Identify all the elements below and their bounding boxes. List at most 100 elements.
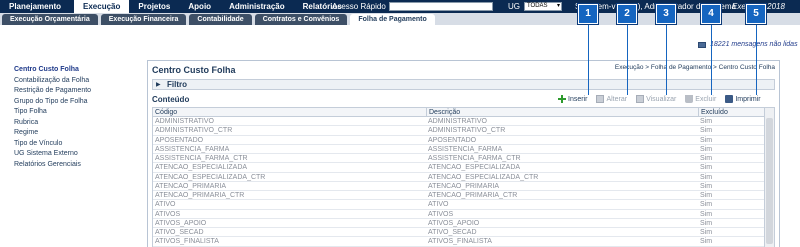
sidebar-item-contabilizacao-folha[interactable]: Contabilização da Folha bbox=[14, 76, 139, 87]
cell-codigo: ATENCAO_PRIMARIA bbox=[155, 182, 227, 190]
marker-line bbox=[756, 24, 757, 95]
edit-button[interactable]: Alterar bbox=[596, 95, 627, 103]
tab-folha-pagamento[interactable]: Folha de Pagamento bbox=[350, 14, 435, 25]
sidebar-item-ug-sistema-externo[interactable]: UG Sistema Externo bbox=[14, 149, 139, 160]
cell-codigo: ASSISTENCIA_FARMA bbox=[155, 145, 230, 153]
cell-codigo: ATIVOS bbox=[155, 210, 181, 218]
nav-planejamento[interactable]: Planejamento bbox=[0, 0, 70, 13]
sidebar-item-tipo-folha[interactable]: Tipo Folha bbox=[14, 107, 139, 118]
nav-execucao[interactable]: Execução bbox=[74, 0, 130, 13]
cell-excluido: Sim bbox=[700, 136, 713, 144]
edit-label: Alterar bbox=[606, 95, 628, 103]
cell-descricao: ATENCAO_PRIMARIA_CTR bbox=[428, 192, 518, 199]
table-row[interactable]: ATENCAO_ESPECIALIZADA ATENCAO_ESPECIALIZA… bbox=[153, 163, 765, 173]
document-icon bbox=[596, 95, 605, 103]
cell-excluido: Sim bbox=[700, 192, 713, 199]
table-row[interactable]: ASSISTENCIA_FARMA_CTR ASSISTENCIA_FARMA_C… bbox=[153, 154, 765, 164]
table-row[interactable]: ATIVO ATIVO Sim bbox=[153, 200, 765, 210]
page-title: Centro Custo Folha bbox=[152, 65, 236, 75]
toolbar: Inserir Alterar Visualizar Excluir Impri… bbox=[558, 93, 770, 105]
cell-codigo: ADMINISTRATIVO bbox=[155, 118, 214, 125]
ug-label: UG bbox=[508, 2, 520, 11]
cell-excluido: Sim bbox=[700, 145, 713, 153]
column-header-descricao[interactable]: Descrição bbox=[426, 108, 698, 117]
annotation-marker-3: 3 bbox=[656, 4, 676, 24]
nav-administracao[interactable]: Administração bbox=[220, 0, 294, 13]
scrollbar-thumb[interactable] bbox=[766, 118, 773, 244]
cell-descricao: ATENCAO_PRIMARIA bbox=[428, 182, 500, 190]
table-row[interactable]: ATENCAO_ESPECIALIZADA_CTR ATENCAO_ESPECIA… bbox=[153, 173, 765, 182]
cell-excluido: Sim bbox=[700, 182, 713, 190]
sidebar-item-centro-custo-folha[interactable]: Centro Custo Folha bbox=[14, 65, 139, 76]
sidebar: Centro Custo Folha Contabilização da Fol… bbox=[14, 65, 139, 170]
marker-line bbox=[711, 24, 712, 95]
delete-button[interactable]: Excluir bbox=[685, 95, 716, 103]
cell-descricao: ADMINISTRATIVO bbox=[428, 118, 487, 125]
table-row[interactable]: ATIVO_SECAD ATIVO_SECAD Sim bbox=[153, 228, 765, 238]
table-scrollbar[interactable] bbox=[764, 108, 774, 247]
view-button[interactable]: Visualizar bbox=[636, 95, 676, 103]
tab-execucao-orcamentaria[interactable]: Execução Orçamentária bbox=[2, 14, 98, 25]
filter-bar[interactable]: ▶ Filtro bbox=[152, 79, 775, 90]
quick-access-label: Acesso Rápido bbox=[332, 2, 386, 11]
table-row[interactable]: ADMINISTRATIVO_CTR ADMINISTRATIVO_CTR Sim bbox=[153, 126, 765, 136]
annotation-marker-1: 1 bbox=[578, 4, 598, 24]
print-label: Imprimir bbox=[735, 95, 761, 103]
table-row[interactable]: ATIVOS ATIVOS Sim bbox=[153, 210, 765, 219]
cell-codigo: ATIVO_SECAD bbox=[155, 229, 204, 236]
data-table: Código Descrição Excluído ADMINISTRATIVO… bbox=[152, 107, 775, 247]
printer-icon bbox=[725, 95, 734, 103]
table-row[interactable]: ATENCAO_PRIMARIA ATENCAO_PRIMARIA Sim bbox=[153, 182, 765, 191]
sidebar-item-restricao-pagamento[interactable]: Restrição de Pagamento bbox=[14, 86, 139, 97]
unread-messages-link[interactable]: 18221 mensagens não lidas bbox=[710, 41, 798, 48]
cell-codigo: ADMINISTRATIVO_CTR bbox=[155, 127, 233, 135]
breadcrumb: Execução > Folha de Pagamento > Centro C… bbox=[614, 64, 775, 71]
cell-descricao: ASSISTENCIA_FARMA bbox=[428, 145, 503, 153]
tab-contabilidade[interactable]: Contabilidade bbox=[189, 14, 252, 25]
print-button[interactable]: Imprimir bbox=[725, 95, 761, 103]
main-panel: Centro Custo Folha Execução > Folha de P… bbox=[147, 60, 780, 247]
table-row[interactable]: ATENCAO_PRIMARIA_CTR ATENCAO_PRIMARIA_CTR… bbox=[153, 191, 765, 201]
sidebar-item-tipo-vinculo[interactable]: Tipo de Vínculo bbox=[14, 139, 139, 150]
filter-label: Filtro bbox=[167, 80, 187, 89]
marker-line bbox=[588, 24, 589, 95]
table-row[interactable]: ATIVOS_FINALISTA ATIVOS_FINALISTA Sim bbox=[153, 237, 765, 247]
cell-codigo: ATIVOS_FINALISTA bbox=[155, 238, 219, 246]
nav-apoio[interactable]: Apoio bbox=[179, 0, 220, 13]
cell-descricao: ATENCAO_ESPECIALIZADA bbox=[428, 164, 521, 172]
ug-select[interactable]: TODAS ▾ bbox=[524, 2, 562, 11]
column-header-excluido[interactable]: Excluído bbox=[698, 108, 765, 117]
cell-codigo: ATENCAO_ESPECIALIZADA bbox=[155, 164, 248, 172]
cell-descricao: ATIVOS bbox=[428, 210, 454, 218]
cell-codigo: ATENCAO_PRIMARIA_CTR bbox=[155, 192, 245, 199]
table-row[interactable]: ATIVOS_APOIO ATIVOS_APOIO Sim bbox=[153, 219, 765, 228]
document-view-icon bbox=[636, 95, 645, 103]
quick-access-input[interactable] bbox=[389, 2, 493, 11]
cell-descricao: ATIVOS_FINALISTA bbox=[428, 238, 492, 246]
tab-execucao-financeira[interactable]: Execução Financeira bbox=[100, 14, 187, 25]
cell-descricao: ATIVO_SECAD bbox=[428, 229, 477, 236]
cell-excluido: Sim bbox=[700, 219, 713, 227]
marker-line bbox=[666, 24, 667, 95]
tab-contratos-convenios[interactable]: Contratos e Convênios bbox=[254, 14, 348, 25]
annotation-marker-2: 2 bbox=[617, 4, 637, 24]
cell-excluido: Sim bbox=[700, 155, 713, 162]
cell-codigo: APOSENTADO bbox=[155, 136, 204, 144]
nav-projetos[interactable]: Projetos bbox=[129, 0, 179, 13]
chevron-right-icon: ▶ bbox=[156, 82, 161, 88]
sidebar-item-rubrica[interactable]: Rubrica bbox=[14, 118, 139, 129]
sidebar-item-relatorios-gerenciais[interactable]: Relatórios Gerenciais bbox=[14, 160, 139, 171]
insert-button[interactable]: Inserir bbox=[558, 95, 587, 103]
insert-label: Inserir bbox=[568, 95, 588, 103]
table-row[interactable]: ASSISTENCIA_FARMA ASSISTENCIA_FARMA Sim bbox=[153, 145, 765, 154]
table-row[interactable]: APOSENTADO APOSENTADO Sim bbox=[153, 136, 765, 145]
marker-line bbox=[627, 24, 628, 95]
main-nav: Planejamento Execução Projetos Apoio Adm… bbox=[0, 0, 351, 13]
column-header-codigo[interactable]: Código bbox=[153, 108, 426, 117]
sidebar-item-grupo-tipo-folha[interactable]: Grupo do Tipo de Folha bbox=[14, 97, 139, 108]
table-row[interactable]: ADMINISTRATIVO ADMINISTRATIVO Sim bbox=[153, 117, 765, 127]
annotation-marker-4: 4 bbox=[701, 4, 721, 24]
sidebar-item-regime[interactable]: Regime bbox=[14, 128, 139, 139]
table-body: ADMINISTRATIVO ADMINISTRATIVO Sim ADMINISTR… bbox=[153, 117, 765, 247]
envelope-icon[interactable] bbox=[698, 42, 706, 48]
